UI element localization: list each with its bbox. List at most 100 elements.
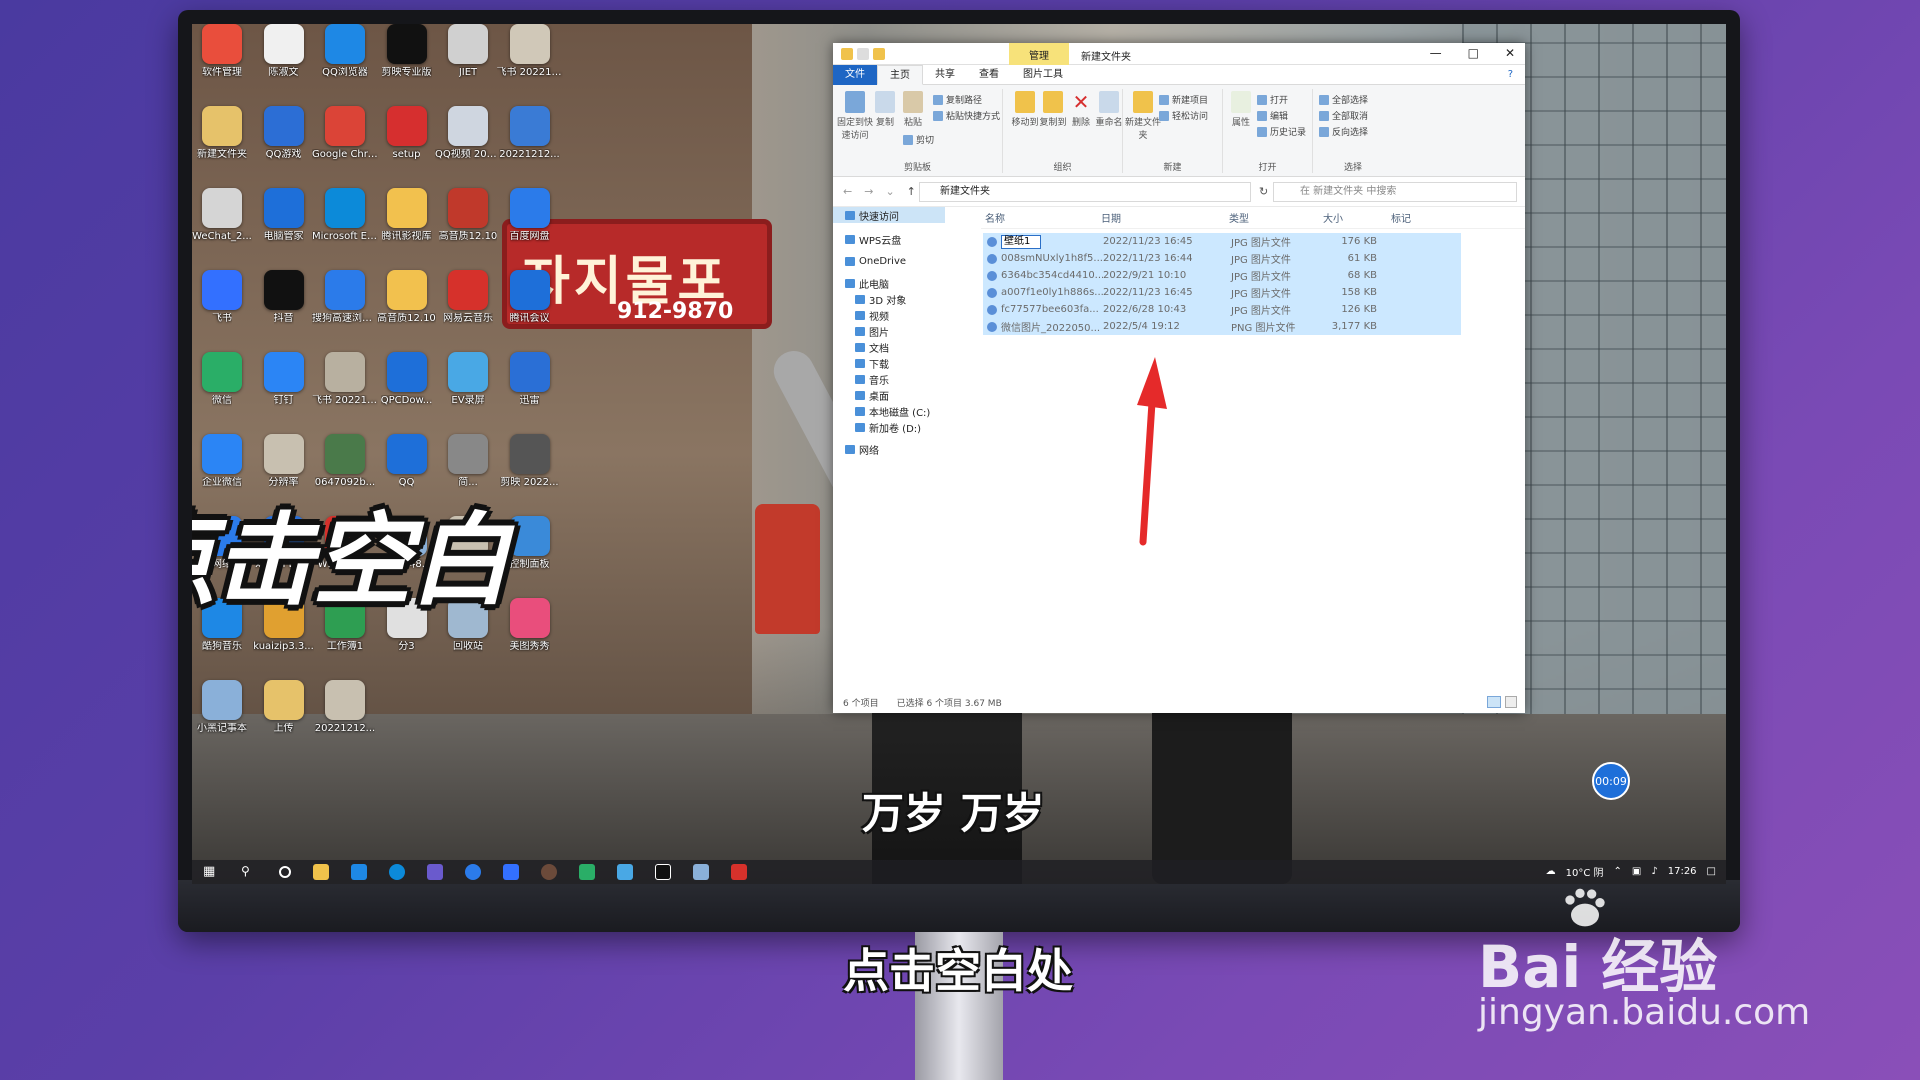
details-view-icon[interactable] [1487,696,1501,708]
tab-share[interactable]: 共享 [923,65,967,85]
desktop-icon[interactable]: WeChat_2... [192,188,255,243]
forward-arrow-icon[interactable]: → [864,185,873,198]
desktop-icon[interactable]: 新建文件夹 [192,106,255,161]
nav-item[interactable]: OneDrive [833,253,945,269]
properties-button[interactable]: 属性 [1223,91,1259,128]
avatar-taskbar-icon[interactable] [541,864,557,880]
easy-access-button[interactable]: 轻松访问 [1159,109,1208,122]
open-button[interactable]: 打开 [1257,93,1288,106]
search-icon[interactable]: ⚲ [241,864,257,880]
file-row[interactable]: a007f1e0ly1h886s... 2022/11/23 16:45 JPG 图… [983,284,1461,301]
tab-home[interactable]: 主页 [877,64,923,85]
desktop-icon[interactable]: EV录屏 [435,352,501,407]
rename-input[interactable]: 壁纸1 [1001,234,1041,249]
file-row[interactable]: 壁纸1 2022/11/23 16:45 JPG 图片文件 176 KB [983,233,1461,250]
desktop-icon[interactable]: 微信 [192,352,255,407]
new-folder-icon[interactable] [873,47,885,60]
desktop-icon[interactable]: QQ视频 20221212... [435,106,501,161]
desktop-icon[interactable]: 搜狗高速浏览器 [312,270,378,325]
tab-picture-tools[interactable]: 图片工具 [1011,65,1075,85]
nav-item[interactable]: 视频 [833,307,945,323]
nav-item[interactable]: 图片 [833,323,945,339]
properties-icon[interactable] [857,47,869,60]
history-button[interactable]: 历史记录 [1257,125,1306,138]
wechat-taskbar-icon[interactable] [579,864,595,880]
ev-recorder-taskbar-icon[interactable] [617,864,633,880]
nav-item[interactable]: 新加卷 (D:) [833,419,945,435]
file-row[interactable]: 6364bc354cd4410... 2022/9/21 10:10 JPG 图片文… [983,267,1461,284]
sogou-taskbar-icon[interactable] [465,864,481,880]
new-folder-button[interactable]: 新建文件夹 [1125,91,1161,141]
nav-item[interactable]: 3D 对象 [833,291,945,307]
column-tag[interactable]: 标记 [1379,210,1459,225]
desktop-icon[interactable]: Google Chrome [312,106,378,161]
nav-item[interactable]: 网络 [833,441,945,457]
column-size[interactable]: 大小 [1323,210,1379,225]
desktop-icon[interactable]: 20221212... [312,680,378,735]
tab-file[interactable]: 文件 [833,64,877,85]
new-item-button[interactable]: 新建项目 [1159,93,1208,106]
file-row[interactable]: 008smNUxly1h8f5... 2022/11/23 16:44 JPG 图片… [983,250,1461,267]
desktop-icon[interactable]: 软件管理 [192,24,255,79]
copy-path-button[interactable]: 复制路径 [933,93,982,106]
desktop-icon[interactable]: 高音质12.10 [435,188,501,243]
desktop-icon[interactable]: 腾讯影视库 [374,188,440,243]
nav-item[interactable]: 下载 [833,355,945,371]
nav-item[interactable]: 此电脑 [833,275,945,291]
desktop-icon[interactable]: 陈淑文 [251,24,317,79]
wps-taskbar-icon[interactable] [731,864,747,880]
large-icons-view-icon[interactable] [1505,696,1517,708]
tab-view[interactable]: 查看 [967,65,1011,85]
chevron-down-icon[interactable]: ⌄ [885,185,894,198]
capcut-taskbar-icon[interactable] [655,864,671,880]
paste-button[interactable]: 粘贴 [895,91,931,128]
desktop-icon[interactable]: 电脑管家 [251,188,317,243]
column-date[interactable]: 日期 [1101,210,1229,225]
select-none-button[interactable]: 全部取消 [1319,109,1368,122]
desktop-icon[interactable]: JIET [435,24,501,79]
close-icon[interactable]: ✕ [1505,46,1515,60]
desktop-icon[interactable]: 迅雷 [497,352,563,407]
desktop-icon[interactable]: 百度网盘 [497,188,563,243]
title-bar[interactable]: 管理 新建文件夹 — □ ✕ [833,43,1525,65]
edge-taskbar-icon[interactable] [389,864,405,880]
desktop-icon[interactable]: 20221212... [497,106,563,161]
address-bar[interactable]: 新建文件夹 [919,182,1251,202]
file-row[interactable]: fc77577bee603fa... 2022/6/28 10:43 JPG 图片文… [983,301,1461,318]
desktop-icon[interactable]: setup [374,106,440,161]
desktop-icon[interactable]: 上传 [251,680,317,735]
desktop-icon[interactable]: Microsoft Edge [312,188,378,243]
feishu-taskbar-icon[interactable] [503,864,519,880]
help-icon[interactable]: ? [1496,65,1525,85]
recording-timer[interactable]: 00:09 [1592,762,1630,800]
nav-item[interactable]: 本地磁盘 (C:) [833,403,945,419]
maximize-icon[interactable]: □ [1468,46,1479,60]
back-arrow-icon[interactable]: ← [843,185,852,198]
desktop-icon[interactable]: 飞书 20221212... [497,24,563,79]
nav-item[interactable]: WPS云盘 [833,231,945,247]
select-all-button[interactable]: 全部选择 [1319,93,1368,106]
invert-selection-button[interactable]: 反向选择 [1319,125,1368,138]
file-explorer-window[interactable]: 管理 新建文件夹 — □ ✕ 文件 主页 共享 查看 图片工具 ? 固定到快速访… [833,43,1525,713]
notification-icon[interactable]: □ [1707,866,1716,877]
column-type[interactable]: 类型 [1229,210,1323,225]
column-name[interactable]: 名称 [981,210,1101,225]
desktop-icon[interactable]: 剪映专业版 [374,24,440,79]
desktop-icon[interactable]: QPCDow... [374,352,440,407]
desktop-icon[interactable]: 钉钉 [251,352,317,407]
nav-item[interactable]: 快速访问 [833,207,945,223]
cut-button[interactable]: 剪切 [903,133,934,146]
rename-button[interactable]: 重命名 [1091,91,1127,128]
nav-item[interactable]: 桌面 [833,387,945,403]
file-list[interactable]: 名称 日期 类型 大小 标记 壁纸1 2022/11/23 16:45 JPG 图片… [981,207,1525,687]
cortana-icon[interactable] [279,866,291,878]
desktop-icon[interactable]: 网易云音乐 [435,270,501,325]
desktop-icon[interactable]: QQ游戏 [251,106,317,161]
nav-item[interactable]: 文档 [833,339,945,355]
tab-manage[interactable]: 管理 [1009,43,1069,65]
browser-taskbar-icon[interactable] [351,864,367,880]
desktop-icon[interactable]: 飞书 [192,270,255,325]
refresh-icon[interactable]: ↻ [1259,185,1268,198]
desktop-icon[interactable]: 高音质12.10 [374,270,440,325]
edit-button[interactable]: 编辑 [1257,109,1288,122]
